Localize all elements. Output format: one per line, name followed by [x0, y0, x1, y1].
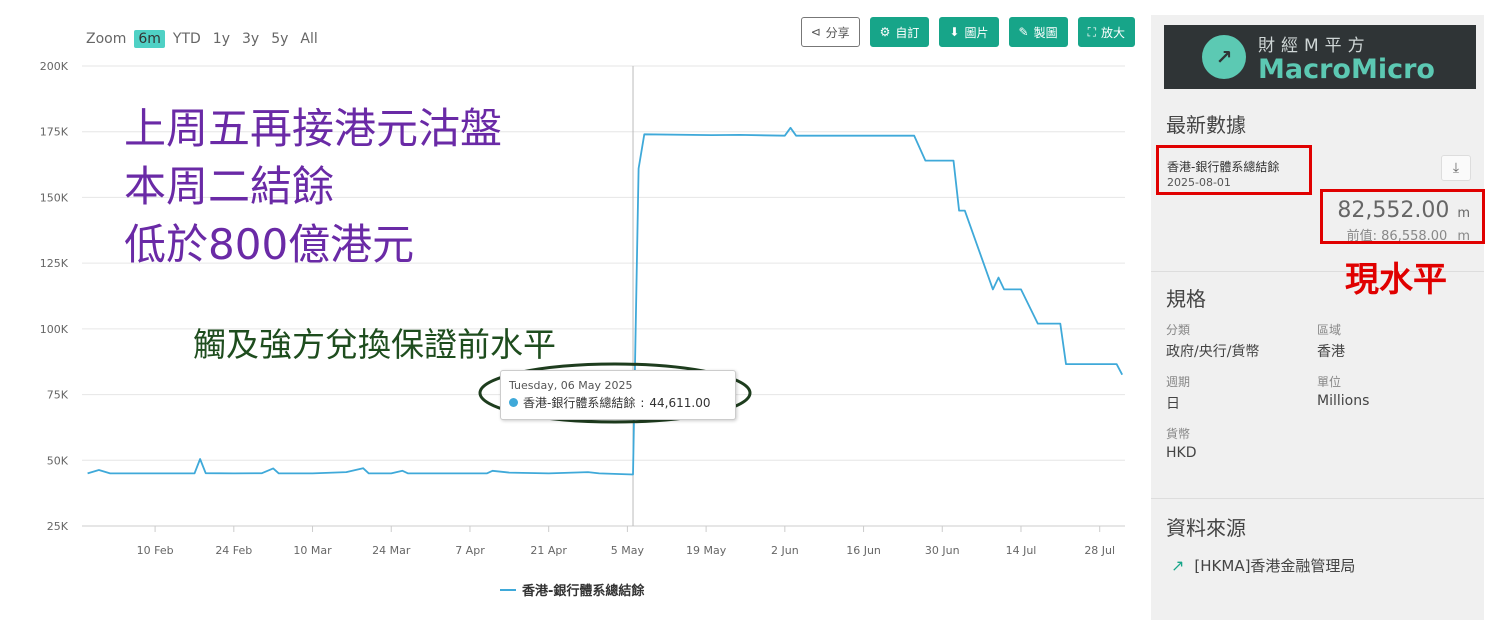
chart-toolbar: ⊲ 分享 ⚙ 自訂 ⬇ 圖片 ✎ 製圖 ⛶ 放大	[800, 17, 1135, 47]
y-tick-label: 175K	[40, 126, 69, 139]
zoom-label: Zoom	[86, 31, 127, 47]
logo-en-text: MacroMicro	[1258, 53, 1435, 85]
highlight-series-box	[1156, 145, 1312, 195]
period-label: 週期	[1166, 375, 1191, 389]
source-link-text: [HKMA]香港金融管理局	[1194, 557, 1356, 575]
divider	[1151, 498, 1484, 499]
annotation-purple: 上周五再接港元沽盤 本周二結餘 低於800億港元	[124, 100, 502, 274]
category-label: 分類	[1166, 323, 1191, 337]
chart-legend[interactable]: 香港-銀行體系總結餘	[500, 580, 644, 599]
zoom-5y-button[interactable]: 5y	[267, 30, 292, 48]
annotation-line-1: 上周五再接港元沽盤	[124, 104, 503, 153]
share-icon: ⊲	[810, 25, 821, 39]
zoom-3y-button[interactable]: 3y	[238, 30, 263, 48]
share-button[interactable]: ⊲ 分享	[800, 17, 860, 47]
currency-label: 貨幣	[1166, 427, 1191, 441]
region-value: 香港	[1317, 344, 1345, 360]
legend-line-icon	[500, 588, 516, 591]
pencil-icon: ✎	[1018, 25, 1029, 39]
annotation-line-2: 本周二結餘	[124, 162, 335, 211]
chart-tooltip: Tuesday, 06 May 2025 香港-銀行體系總結餘: 44,611.…	[500, 370, 736, 420]
expand-button[interactable]: ⛶ 放大	[1077, 17, 1135, 47]
spec-title: 規格	[1166, 287, 1206, 311]
y-tick-label: 125K	[40, 257, 69, 270]
period-value: 日	[1166, 396, 1180, 412]
y-tick-label: 25K	[47, 520, 69, 533]
region-label: 區域	[1317, 323, 1342, 337]
series-dot-icon	[509, 398, 518, 407]
draw-label: 製圖	[1033, 25, 1058, 40]
annotation-green: 觸及強方兌換保證前水平	[193, 325, 556, 364]
latest-data-title: 最新數據	[1166, 113, 1246, 137]
unit-value: Millions	[1317, 393, 1370, 409]
gear-icon: ⚙	[879, 25, 891, 39]
logo-chart-icon: ↗	[1202, 35, 1246, 79]
logo-cn-text: 財經M平方	[1258, 35, 1371, 56]
share-label: 分享	[825, 25, 850, 40]
image-label: 圖片	[964, 25, 989, 40]
draw-button[interactable]: ✎ 製圖	[1008, 17, 1068, 47]
external-link-icon: ↗	[1171, 556, 1185, 575]
zoom-ytd-button[interactable]: YTD	[169, 30, 205, 48]
x-tick-label: 24 Mar	[372, 544, 411, 557]
x-tick-label: 24 Feb	[215, 544, 252, 557]
custom-button[interactable]: ⚙ 自訂	[869, 17, 930, 47]
line-chart[interactable]: 25K 50K 75K 100K 125K 150K 175K 200K 10 Feb 24 Fe…	[0, 0, 1145, 635]
zoom-1y-button[interactable]: 1y	[209, 30, 234, 48]
unit-label: 單位	[1317, 375, 1342, 389]
tooltip-series: 香港-銀行體系總結餘	[523, 396, 636, 410]
x-tick-label: 10 Feb	[137, 544, 174, 557]
y-tick-label: 200K	[40, 60, 69, 73]
x-tick-label: 5 May	[611, 544, 645, 557]
category-value: 政府/央行/貨幣	[1166, 344, 1260, 360]
image-download-button[interactable]: ⬇ 圖片	[939, 17, 999, 47]
zoom-6m-button[interactable]: 6m	[134, 30, 165, 48]
download-data-button[interactable]: ⤓	[1441, 155, 1471, 181]
source-title: 資料來源	[1166, 516, 1246, 540]
highlight-value-box	[1320, 189, 1485, 244]
annotation-line-3: 低於800億港元	[124, 220, 415, 269]
tooltip-date: Tuesday, 06 May 2025	[509, 379, 633, 392]
download-icon: ⤓	[1452, 160, 1460, 176]
y-tick-label: 100K	[40, 323, 69, 336]
x-tick-label: 30 Jun	[925, 544, 960, 557]
legend-series: 香港-銀行體系總結餘	[522, 584, 645, 599]
x-tick-label: 2 Jun	[771, 544, 799, 557]
x-tick-label: 14 Jul	[1006, 544, 1037, 557]
x-tick-label: 16 Jun	[846, 544, 881, 557]
expand-label: 放大	[1100, 25, 1125, 40]
tooltip-row: 香港-銀行體系總結餘: 44,611.00	[509, 394, 727, 411]
x-tick-label: 21 Apr	[530, 544, 567, 557]
chart-area: 25K 50K 75K 100K 125K 150K 175K 200K 10 Feb 24 Fe…	[0, 0, 1145, 635]
y-tick-label: 150K	[40, 191, 69, 204]
zoom-selector: Zoom 6m YTD 1y 3y 5y All	[82, 30, 322, 48]
custom-label: 自訂	[895, 25, 920, 40]
sidebar: ↗ 財經M平方 MacroMicro 最新數據 香港-銀行體系總結餘 2025-…	[1151, 15, 1484, 620]
annotation-current-level: 現水平	[1345, 260, 1447, 300]
x-tick-label: 19 May	[686, 544, 727, 557]
zoom-all-button[interactable]: All	[296, 30, 321, 48]
expand-icon: ⛶	[1087, 24, 1096, 39]
y-tick-label: 75K	[47, 389, 69, 402]
source-link[interactable]: ↗ [HKMA]香港金融管理局	[1171, 555, 1355, 576]
tooltip-value: 44,611.00	[649, 395, 711, 410]
x-tick-label: 28 Jul	[1084, 544, 1115, 557]
x-tick-label: 10 Mar	[293, 544, 332, 557]
currency-value: HKD	[1166, 445, 1197, 461]
download-icon: ⬇	[949, 25, 960, 39]
macromicro-logo[interactable]: ↗ 財經M平方 MacroMicro	[1164, 25, 1476, 89]
y-tick-label: 50K	[47, 454, 69, 467]
x-tick-label: 7 Apr	[455, 544, 485, 557]
